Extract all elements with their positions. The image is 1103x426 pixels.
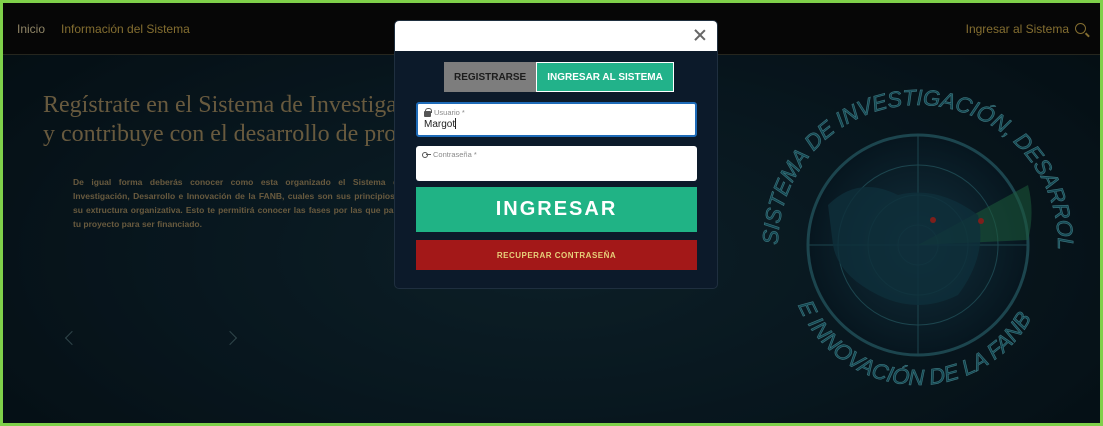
login-modal: REGISTRARSE INGRESAR AL SISTEMA Usuario …: [395, 21, 717, 288]
password-field[interactable]: Contraseña *: [416, 146, 697, 181]
modal-header: [395, 21, 717, 51]
username-field[interactable]: Usuario * Margot: [416, 102, 697, 137]
login-submit-button[interactable]: INGRESAR: [416, 187, 697, 232]
recover-password-button[interactable]: RECUPERAR CONTRASEÑA: [416, 240, 697, 270]
username-label-text: Usuario *: [434, 108, 465, 117]
username-value: Margot: [424, 118, 457, 130]
password-label-text: Contraseña *: [433, 150, 477, 159]
tab-login[interactable]: INGRESAR AL SISTEMA: [536, 62, 674, 92]
close-icon[interactable]: [693, 28, 707, 42]
modal-tabs: REGISTRARSE INGRESAR AL SISTEMA: [444, 62, 674, 92]
username-label: Usuario *: [424, 107, 689, 117]
tab-register[interactable]: REGISTRARSE: [444, 62, 537, 92]
page-frame: Inicio Información del Sistema Ingresar …: [0, 0, 1103, 426]
key-icon: [422, 151, 431, 158]
password-label: Contraseña *: [422, 150, 691, 159]
text-caret: [455, 118, 457, 129]
lock-icon: [424, 107, 432, 117]
